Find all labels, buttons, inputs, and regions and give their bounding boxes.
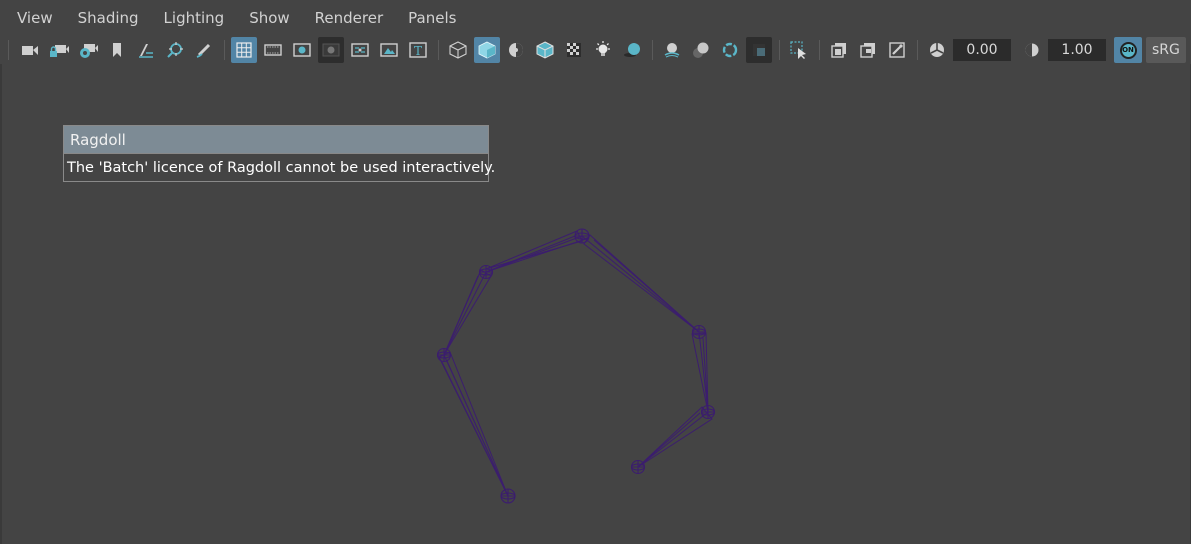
menu-renderer[interactable]: Renderer <box>315 9 396 27</box>
ragdoll-licence-dialog: Ragdoll The 'Batch' licence of Ragdoll c… <box>63 125 496 182</box>
color-space-dropdown[interactable]: sRG <box>1146 37 1186 63</box>
isolate-select-icon[interactable] <box>786 37 812 63</box>
toolbar-separator <box>779 40 782 60</box>
xray-joints-icon[interactable] <box>826 37 852 63</box>
anti-aliasing-icon[interactable] <box>717 37 743 63</box>
svg-text:T: T <box>414 44 422 58</box>
2d-pan-zoom-icon[interactable] <box>162 37 188 63</box>
xray-icon[interactable] <box>561 37 587 63</box>
film-gate-icon[interactable] <box>260 37 286 63</box>
menu-show[interactable]: Show <box>249 9 302 27</box>
on-label: ON <box>1119 41 1137 59</box>
default-material-icon[interactable] <box>503 37 529 63</box>
menu-lighting[interactable]: Lighting <box>164 9 238 27</box>
camera-lock-icon[interactable] <box>46 37 72 63</box>
toolbar-separator <box>819 40 822 60</box>
image-plane-icon[interactable] <box>133 37 159 63</box>
toolbar-separator <box>917 40 920 60</box>
smooth-shade-icon[interactable] <box>474 37 500 63</box>
use-lights-icon[interactable] <box>590 37 616 63</box>
depth-of-field-icon[interactable] <box>746 37 772 63</box>
camera-attributes-icon[interactable] <box>75 37 101 63</box>
motion-blur-icon[interactable] <box>688 37 714 63</box>
gate-mask-icon[interactable] <box>318 37 344 63</box>
gamma-field[interactable] <box>1048 39 1106 61</box>
menu-shading[interactable]: Shading <box>78 9 152 27</box>
gamma-icon[interactable] <box>1019 37 1045 63</box>
panel-toolbar: T 0.00 1.00 ON sRG <box>0 36 1191 64</box>
toolbar-separator <box>652 40 655 60</box>
wireframe-icon[interactable] <box>445 37 471 63</box>
menu-view[interactable]: View <box>17 9 66 27</box>
backface-culling-icon[interactable] <box>884 37 910 63</box>
safe-title-icon[interactable]: T <box>405 37 431 63</box>
bookmark-icon[interactable] <box>104 37 130 63</box>
panel-menubar: View Shading Lighting Show Renderer Pane… <box>0 0 1191 36</box>
grid-icon[interactable] <box>231 37 257 63</box>
toolbar-separator <box>224 40 227 60</box>
toolbar-separator <box>438 40 441 60</box>
color-management-toggle[interactable]: ON <box>1114 37 1142 63</box>
xray-active-icon[interactable] <box>855 37 881 63</box>
shadows-icon[interactable] <box>619 37 645 63</box>
dialog-message: The 'Batch' licence of Ragdoll cannot be… <box>67 159 496 176</box>
dialog-title: Ragdoll <box>64 126 488 154</box>
screen-space-ao-icon[interactable] <box>659 37 685 63</box>
exposure-field[interactable] <box>953 39 1011 61</box>
field-chart-icon[interactable] <box>347 37 373 63</box>
safe-action-icon[interactable] <box>376 37 402 63</box>
wireframe-on-shaded-icon[interactable] <box>532 37 558 63</box>
menu-panels[interactable]: Panels <box>408 9 469 27</box>
toolbar-separator <box>8 40 11 60</box>
grease-pencil-icon[interactable] <box>191 37 217 63</box>
camera-icon[interactable] <box>17 37 43 63</box>
resolution-gate-icon[interactable] <box>289 37 315 63</box>
exposure-icon[interactable] <box>924 37 950 63</box>
